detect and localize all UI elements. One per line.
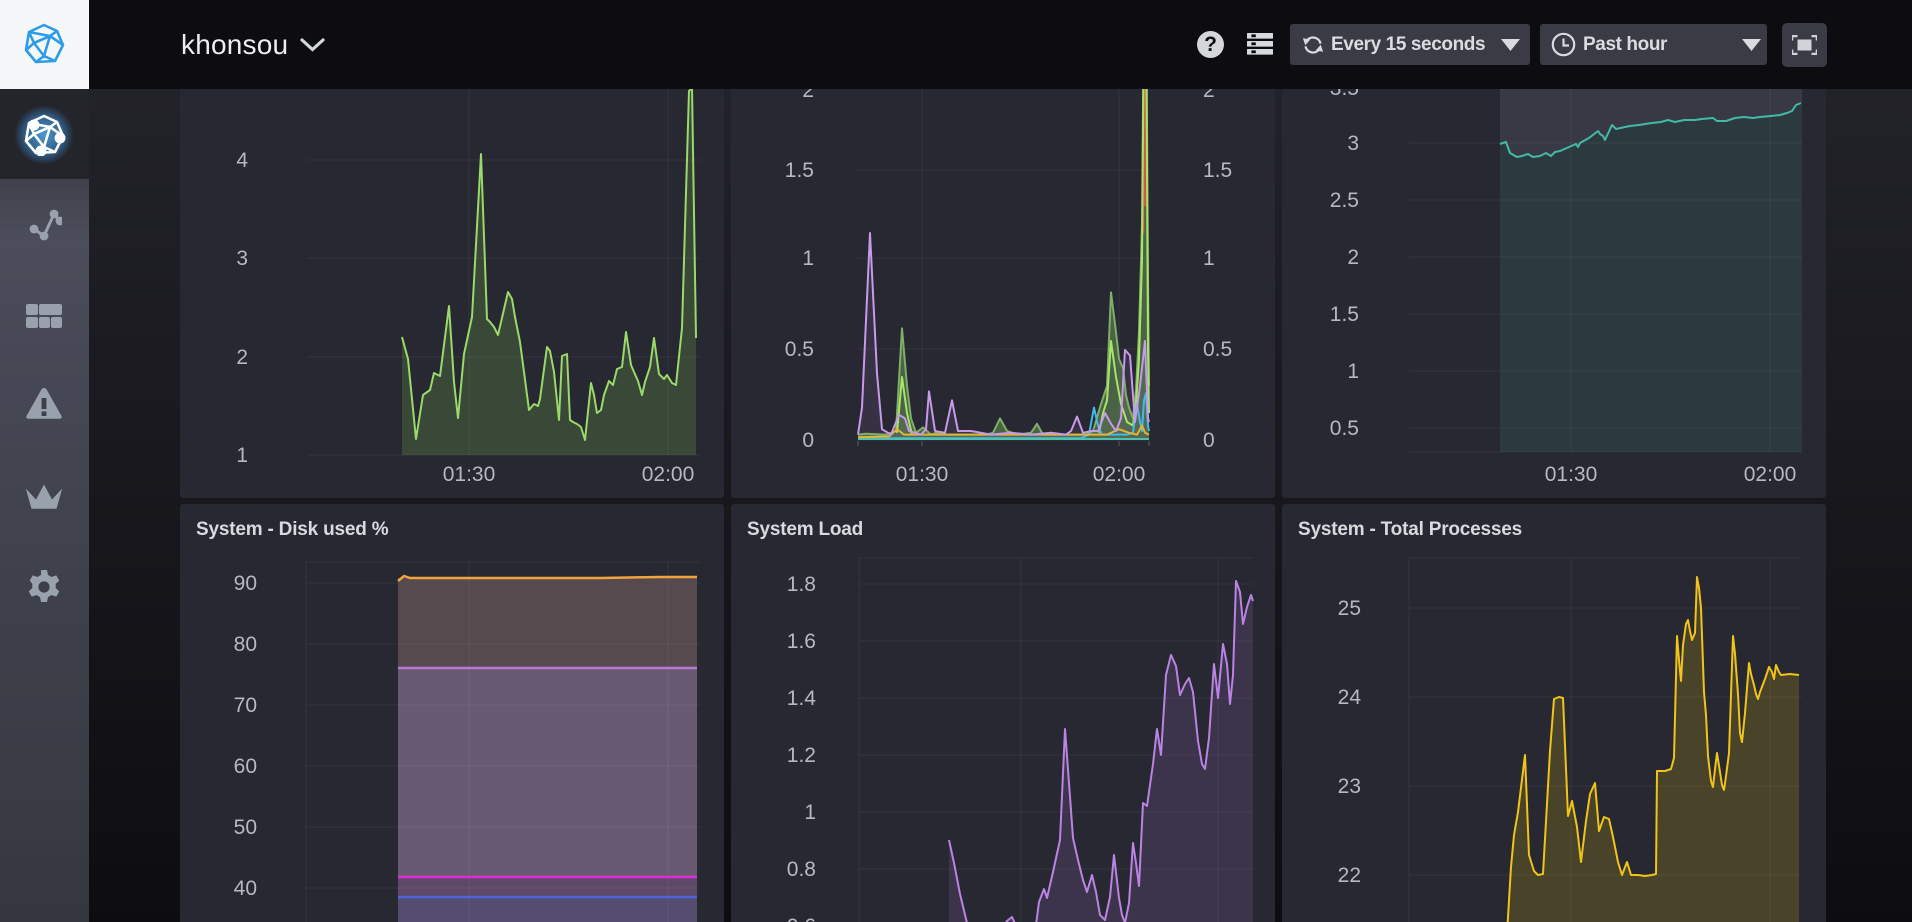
svg-text:0: 0	[802, 429, 814, 452]
svg-text:0.6: 0.6	[787, 915, 816, 922]
svg-text:1.5: 1.5	[1330, 303, 1359, 326]
svg-text:01:30: 01:30	[1545, 463, 1598, 486]
svg-text:80: 80	[234, 633, 257, 656]
svg-text:1: 1	[1347, 360, 1359, 383]
svg-text:2: 2	[236, 346, 248, 369]
svg-text:3: 3	[1347, 132, 1359, 155]
svg-text:25: 25	[1338, 597, 1361, 620]
svg-text:0.5: 0.5	[785, 338, 814, 361]
svg-text:1.8: 1.8	[787, 573, 816, 596]
svg-text:2: 2	[1203, 89, 1215, 102]
svg-text:3.5: 3.5	[1330, 89, 1359, 100]
svg-text:1.6: 1.6	[787, 630, 816, 653]
svg-text:23: 23	[1338, 775, 1361, 798]
svg-text:2: 2	[1347, 246, 1359, 269]
svg-text:1.4: 1.4	[787, 687, 817, 710]
svg-text:0.8: 0.8	[787, 858, 816, 881]
svg-text:1.5: 1.5	[785, 159, 814, 182]
svg-text:0: 0	[1203, 429, 1215, 452]
svg-text:1: 1	[236, 444, 248, 467]
svg-text:4: 4	[236, 149, 248, 172]
svg-text:02:00: 02:00	[642, 463, 695, 486]
svg-text:01:30: 01:30	[443, 463, 496, 486]
svg-text:60: 60	[234, 755, 257, 778]
svg-text:02:00: 02:00	[1744, 463, 1797, 486]
svg-text:2.5: 2.5	[1330, 189, 1359, 212]
svg-text:1: 1	[1203, 247, 1215, 270]
svg-text:2: 2	[802, 89, 814, 102]
svg-text:1.5: 1.5	[1203, 159, 1232, 182]
svg-text:40: 40	[234, 877, 257, 900]
svg-text:24: 24	[1338, 686, 1362, 709]
svg-text:22: 22	[1338, 864, 1361, 887]
svg-text:1: 1	[804, 801, 816, 824]
svg-text:0.5: 0.5	[1203, 338, 1232, 361]
svg-text:50: 50	[234, 816, 257, 839]
svg-text:1: 1	[802, 247, 814, 270]
svg-text:70: 70	[234, 694, 257, 717]
svg-text:3: 3	[236, 247, 248, 270]
svg-text:90: 90	[234, 572, 257, 595]
svg-text:1.2: 1.2	[787, 744, 816, 767]
svg-text:01:30: 01:30	[896, 463, 949, 486]
svg-text:0.5: 0.5	[1330, 417, 1359, 440]
svg-text:02:00: 02:00	[1093, 463, 1146, 486]
